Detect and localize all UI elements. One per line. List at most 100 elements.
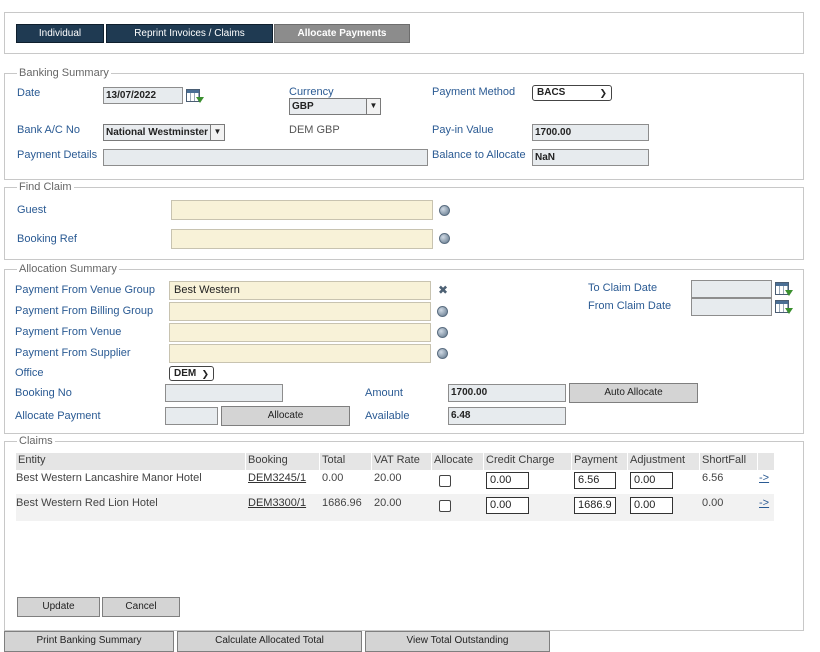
tab-reprint-invoices[interactable]: Reprint Invoices / Claims bbox=[106, 24, 273, 43]
bank-ac-label: Bank A/C No bbox=[17, 124, 80, 136]
from-claim-date-label: From Claim Date bbox=[588, 300, 672, 312]
chevron-down-icon: ▼ bbox=[210, 125, 224, 140]
find-claim-legend: Find Claim bbox=[17, 181, 74, 193]
currency-value: GBP bbox=[292, 101, 314, 112]
row-booking-link[interactable]: DEM3300/1 bbox=[248, 497, 306, 510]
tab-individual[interactable]: Individual bbox=[16, 24, 104, 43]
payment-method-select[interactable]: BACS ❯ bbox=[532, 85, 612, 101]
currency-select[interactable]: GBP ▼ bbox=[289, 98, 381, 115]
chevron-down-icon: ❯ bbox=[599, 88, 607, 98]
payment-method-label: Payment Method bbox=[432, 86, 516, 98]
clear-icon[interactable]: ✖ bbox=[438, 284, 448, 296]
allocate-payment-label: Allocate Payment bbox=[15, 410, 101, 422]
allocate-payment-field[interactable] bbox=[165, 407, 218, 425]
claims-legend: Claims bbox=[17, 435, 55, 447]
row-shortfall: 6.56 bbox=[702, 472, 724, 484]
guest-label: Guest bbox=[17, 204, 47, 216]
office-label: Office bbox=[15, 367, 44, 379]
allocation-summary-legend: Allocation Summary bbox=[17, 263, 119, 275]
globe-search-icon[interactable] bbox=[439, 205, 450, 216]
billing-group-label: Payment From Billing Group bbox=[15, 305, 154, 317]
payment-details-field[interactable] bbox=[103, 149, 428, 166]
row-entity: Best Western Red Lion Hotel bbox=[16, 497, 158, 509]
available-field[interactable]: 6.48 bbox=[448, 407, 566, 425]
col-adjustment: Adjustment bbox=[628, 453, 699, 470]
bank-ac-value: National Westminster bbox=[106, 127, 209, 138]
bank-ac-select[interactable]: National Westminster ▼ bbox=[103, 124, 225, 141]
date-field[interactable]: 13/07/2022 bbox=[103, 87, 183, 104]
row-arrow-link[interactable]: -> bbox=[759, 497, 769, 510]
col-booking: Booking bbox=[246, 453, 319, 470]
calendar-icon[interactable] bbox=[186, 87, 204, 103]
available-label: Available bbox=[365, 410, 410, 422]
booking-ref-label: Booking Ref bbox=[17, 233, 77, 245]
print-banking-summary-button[interactable]: Print Banking Summary bbox=[4, 631, 174, 652]
billing-group-field[interactable] bbox=[169, 302, 431, 321]
col-allocate: Allocate bbox=[432, 453, 483, 470]
payin-value-label: Pay-in Value bbox=[432, 124, 494, 136]
booking-no-field[interactable] bbox=[165, 384, 283, 402]
globe-search-icon[interactable] bbox=[437, 306, 448, 317]
globe-search-icon[interactable] bbox=[437, 348, 448, 359]
row-credit-charge-input[interactable]: 0.00 bbox=[486, 497, 529, 514]
row-payment-input[interactable]: 6.56 bbox=[574, 472, 616, 489]
dem-gbp-text: DEM GBP bbox=[289, 124, 340, 136]
row-booking-link[interactable]: DEM3245/1 bbox=[248, 472, 306, 485]
balance-to-allocate-label: Balance to Allocate bbox=[432, 149, 526, 161]
find-claim-panel: Find Claim bbox=[4, 181, 804, 260]
office-select[interactable]: DEM ❯ bbox=[169, 366, 214, 381]
globe-search-icon[interactable] bbox=[437, 327, 448, 338]
to-claim-date-label: To Claim Date bbox=[588, 282, 658, 294]
balance-to-allocate-field[interactable]: NaN bbox=[532, 149, 649, 166]
col-credit-charge: Credit Charge bbox=[484, 453, 571, 470]
calendar-icon[interactable] bbox=[775, 298, 793, 314]
row-allocate-checkbox[interactable] bbox=[439, 475, 451, 487]
from-claim-date-field[interactable] bbox=[691, 298, 772, 316]
venue-group-field[interactable]: Best Western bbox=[169, 281, 431, 300]
row-allocate-checkbox[interactable] bbox=[439, 500, 451, 512]
row-total: 0.00 bbox=[322, 472, 344, 484]
view-total-outstanding-button[interactable]: View Total Outstanding bbox=[365, 631, 550, 652]
booking-no-label: Booking No bbox=[15, 387, 72, 399]
row-payment-input[interactable]: 1686.9 bbox=[574, 497, 616, 514]
row-arrow-link[interactable]: -> bbox=[759, 472, 769, 485]
supplier-field[interactable] bbox=[169, 344, 431, 363]
row-total: 1686.96 bbox=[322, 497, 362, 509]
update-button[interactable]: Update bbox=[17, 597, 100, 617]
row-entity: Best Western Lancashire Manor Hotel bbox=[16, 472, 202, 484]
row-adjustment-input[interactable]: 0.00 bbox=[630, 497, 673, 514]
row-shortfall: 0.00 bbox=[702, 497, 724, 509]
allocate-button[interactable]: Allocate bbox=[221, 406, 350, 426]
globe-search-icon[interactable] bbox=[439, 233, 450, 244]
col-entity: Entity bbox=[16, 453, 245, 470]
payin-value-field[interactable]: 1700.00 bbox=[532, 124, 649, 141]
chevron-down-icon: ❯ bbox=[201, 369, 209, 379]
auto-allocate-button[interactable]: Auto Allocate bbox=[569, 383, 698, 403]
calculate-allocated-total-button[interactable]: Calculate Allocated Total bbox=[177, 631, 362, 652]
guest-field[interactable] bbox=[171, 200, 433, 220]
col-action bbox=[758, 453, 774, 470]
cancel-button[interactable]: Cancel bbox=[102, 597, 180, 617]
payment-details-label: Payment Details bbox=[17, 149, 98, 161]
row-vat: 20.00 bbox=[374, 472, 402, 484]
col-shortfall: ShortFall bbox=[700, 453, 757, 470]
payment-method-value: BACS bbox=[537, 87, 566, 98]
office-value: DEM bbox=[174, 368, 197, 379]
tab-allocate-payments[interactable]: Allocate Payments bbox=[274, 24, 410, 43]
banking-summary-legend: Banking Summary bbox=[17, 67, 111, 79]
row-adjustment-input[interactable]: 0.00 bbox=[630, 472, 673, 489]
date-label: Date bbox=[17, 87, 41, 99]
col-payment: Payment bbox=[572, 453, 627, 470]
booking-ref-field[interactable] bbox=[171, 229, 433, 249]
row-credit-charge-input[interactable]: 0.00 bbox=[486, 472, 529, 489]
amount-label: Amount bbox=[365, 387, 403, 399]
to-claim-date-field[interactable] bbox=[691, 280, 772, 298]
calendar-icon[interactable] bbox=[775, 280, 793, 296]
venue-group-label: Payment From Venue Group bbox=[15, 284, 156, 296]
amount-field[interactable]: 1700.00 bbox=[448, 384, 566, 402]
venue-label: Payment From Venue bbox=[15, 326, 122, 338]
col-vat-rate: VAT Rate bbox=[372, 453, 431, 470]
chevron-down-icon: ▼ bbox=[366, 99, 380, 114]
venue-field[interactable] bbox=[169, 323, 431, 342]
row-vat: 20.00 bbox=[374, 497, 402, 509]
